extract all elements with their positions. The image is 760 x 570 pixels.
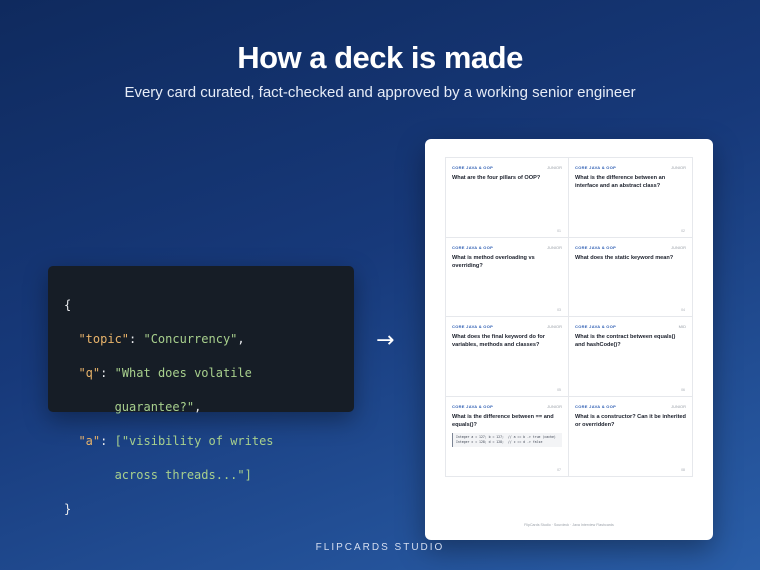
flashcard: CORE JAVA & OOP JUNIOR What is a construc… xyxy=(569,397,692,477)
card-question: What is the contract between equals() an… xyxy=(575,334,676,348)
card-topic: CORE JAVA & OOP xyxy=(452,403,494,409)
card-number: 07 xyxy=(557,468,561,472)
card-question: What is the difference between == and eq… xyxy=(452,413,554,428)
card-question: What is a constructor? Can it be inherit… xyxy=(575,413,686,428)
deck-page-preview: CORE JAVA & OOP JUNIOR What are the four … xyxy=(425,139,713,540)
card-topic: CORE JAVA & OOP xyxy=(452,244,494,250)
card-code-line: Integer c = 128; d = 128; // c == d -> f… xyxy=(456,439,543,444)
card-number: 01 xyxy=(557,228,561,233)
flashcard: CORE JAVA & OOP JUNIOR What does the fina… xyxy=(446,317,569,397)
code-q-value-line1: "What does volatile xyxy=(114,366,252,380)
json-code-panel: { "topic": "Concurrency", "q": "What doe… xyxy=(48,266,354,516)
code-a-value-line2: across threads..."] xyxy=(114,468,252,482)
right-arrow-icon: → xyxy=(376,328,395,353)
card-question: What is the difference between an interf… xyxy=(575,175,666,189)
code-q-key: "q" xyxy=(78,366,101,380)
page-footer: FlipCards Studio · Sourdeck · Java Inter… xyxy=(524,523,614,527)
card-question: What does the static keyword mean? xyxy=(575,254,674,261)
card-question: What are the four pillars of OOP? xyxy=(452,175,541,181)
card-level: JUNIOR xyxy=(671,244,686,250)
card-topic: CORE JAVA & OOP xyxy=(575,165,617,170)
code-topic-value: "Concurrency" xyxy=(143,332,238,346)
card-topic: CORE JAVA & OOP xyxy=(575,324,617,329)
code-open-brace: { xyxy=(64,298,72,312)
flashcard: CORE JAVA & OOP JUNIOR What are the four … xyxy=(446,158,569,238)
card-topic: CORE JAVA & OOP xyxy=(575,403,617,409)
code-topic-key: "topic" xyxy=(78,332,130,346)
flashcard: CORE JAVA & OOP JUNIOR What does the stat… xyxy=(569,238,692,317)
flashcard: CORE JAVA & OOP JUNIOR What is the differ… xyxy=(446,396,569,476)
card-topic: CORE JAVA & OOP xyxy=(575,244,617,250)
card-topic: CORE JAVA & OOP xyxy=(452,165,494,170)
flashcard: CORE JAVA & OOP JUNIOR What is method ove… xyxy=(446,237,569,317)
code-q-value-line2: guarantee?" xyxy=(114,400,195,414)
card-number: 06 xyxy=(681,387,685,392)
flashcard-grid: CORE JAVA & OOP JUNIOR What are the four … xyxy=(445,157,693,477)
card-code-snippet: Integer a = 127; b = 127; // a == b -> t… xyxy=(452,432,562,447)
card-level: JUNIOR xyxy=(547,403,562,409)
card-number: 03 xyxy=(557,308,561,312)
card-level: JUNIOR xyxy=(547,165,562,170)
card-level: JUNIOR xyxy=(547,244,562,250)
code-close-brace: } xyxy=(64,502,72,516)
card-topic: CORE JAVA & OOP xyxy=(452,324,494,329)
flashcard: CORE JAVA & OOP MID What is the contract … xyxy=(569,317,692,397)
card-number: 04 xyxy=(681,308,685,312)
code-a-value-line1: ["visibility of writes xyxy=(114,434,274,448)
card-question: What is method overloading vs overriding… xyxy=(452,254,535,269)
card-number: 08 xyxy=(681,468,685,472)
card-code-line: Integer a = 127; b = 127; // a == b -> t… xyxy=(456,434,556,439)
page-title: How a deck is made xyxy=(237,40,523,75)
page-subtitle: Every card curated, fact-checked and app… xyxy=(124,84,636,101)
brand-wordmark: FLIPCARDS STUDIO xyxy=(315,542,445,553)
card-level: JUNIOR xyxy=(671,165,686,170)
card-level: JUNIOR xyxy=(671,403,686,409)
code-a-key: "a" xyxy=(78,434,101,448)
card-level: MID xyxy=(678,324,686,329)
card-question: What does the final keyword do for varia… xyxy=(452,334,545,348)
card-number: 02 xyxy=(681,228,685,233)
card-level: JUNIOR xyxy=(547,324,562,329)
flashcard: CORE JAVA & OOP JUNIOR What is the differ… xyxy=(569,158,692,238)
card-number: 05 xyxy=(557,387,561,392)
